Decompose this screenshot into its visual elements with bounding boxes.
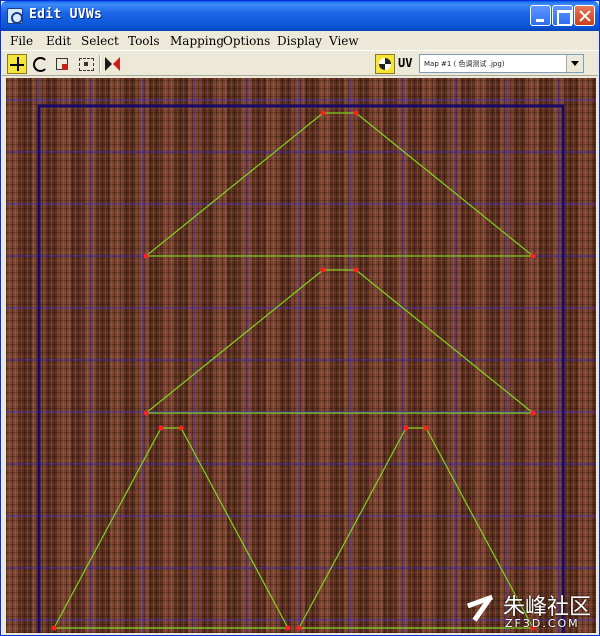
uv-vertex[interactable] xyxy=(403,425,409,431)
minimize-button[interactable] xyxy=(530,5,551,26)
mirror-icon[interactable] xyxy=(103,54,123,74)
uv-vertex[interactable] xyxy=(320,110,326,116)
title-bar[interactable]: Edit UVWs xyxy=(1,1,599,31)
menu-options[interactable]: Options xyxy=(223,34,270,48)
uv-channel-label[interactable]: UV xyxy=(398,56,412,70)
freeform-icon[interactable] xyxy=(76,54,96,74)
uv-shells[interactable] xyxy=(52,112,535,629)
scale-icon[interactable] xyxy=(53,54,73,74)
uv-vertex[interactable] xyxy=(530,410,536,416)
uv-vertex[interactable] xyxy=(530,253,536,259)
close-button[interactable] xyxy=(574,5,595,26)
menu-file[interactable]: File xyxy=(10,34,33,48)
menu-edit[interactable]: Edit xyxy=(46,34,71,48)
uv-vertex[interactable] xyxy=(320,267,326,273)
uv-shell-trapezoid-bottom-left[interactable] xyxy=(52,427,290,629)
uv-vertex[interactable] xyxy=(296,625,302,631)
rotate-icon[interactable] xyxy=(30,54,50,74)
uv-vertex[interactable] xyxy=(178,425,184,431)
menu-mapping[interactable]: Mapping xyxy=(170,34,224,48)
checker-icon[interactable] xyxy=(375,54,395,74)
uv-tile-frame xyxy=(37,104,565,633)
uv-vertex[interactable] xyxy=(143,410,149,416)
uv-vertex[interactable] xyxy=(353,267,359,273)
chevron-down-icon[interactable] xyxy=(566,55,583,72)
maximize-button[interactable] xyxy=(552,5,573,26)
toolbar: UV Map #1 ( 色调测试 .jpg) xyxy=(2,50,598,76)
uv-vertex[interactable] xyxy=(51,625,57,631)
uv-vertex[interactable] xyxy=(158,425,164,431)
watermark-logo-icon xyxy=(463,591,497,625)
map-select-dropdown[interactable]: Map #1 ( 色调测试 .jpg) xyxy=(419,54,584,73)
uv-shell-trapezoid-top[interactable] xyxy=(144,112,535,257)
uv-vertex[interactable] xyxy=(285,625,291,631)
menu-view[interactable]: View xyxy=(329,34,359,48)
uv-vertices[interactable] xyxy=(51,110,536,631)
uv-grid xyxy=(6,78,596,633)
uv-shell-trapezoid-middle[interactable] xyxy=(144,269,535,414)
uv-vertex[interactable] xyxy=(143,253,149,259)
toolbar-separator xyxy=(99,55,101,73)
uv-canvas[interactable] xyxy=(6,78,596,633)
move-icon[interactable] xyxy=(7,54,27,74)
uv-vertex[interactable] xyxy=(423,425,429,431)
menu-select[interactable]: Select xyxy=(81,34,119,48)
edit-uvws-window: Edit UVWs File Edit Select Tools Mapping… xyxy=(0,0,600,636)
app-icon xyxy=(7,8,23,24)
menu-tools[interactable]: Tools xyxy=(128,34,160,48)
watermark-en-text: ZF3D.COM xyxy=(505,617,580,630)
window-title: Edit UVWs xyxy=(29,7,103,22)
site-watermark: 朱峰社区 ZF3D.COM xyxy=(463,589,593,633)
map-select-value: Map #1 ( 色调测试 .jpg) xyxy=(424,60,505,68)
uv-vertex[interactable] xyxy=(353,110,359,116)
menu-bar: File Edit Select Tools Mapping Options D… xyxy=(2,32,598,50)
menu-display[interactable]: Display xyxy=(277,34,322,48)
uv-viewport[interactable] xyxy=(6,78,596,633)
